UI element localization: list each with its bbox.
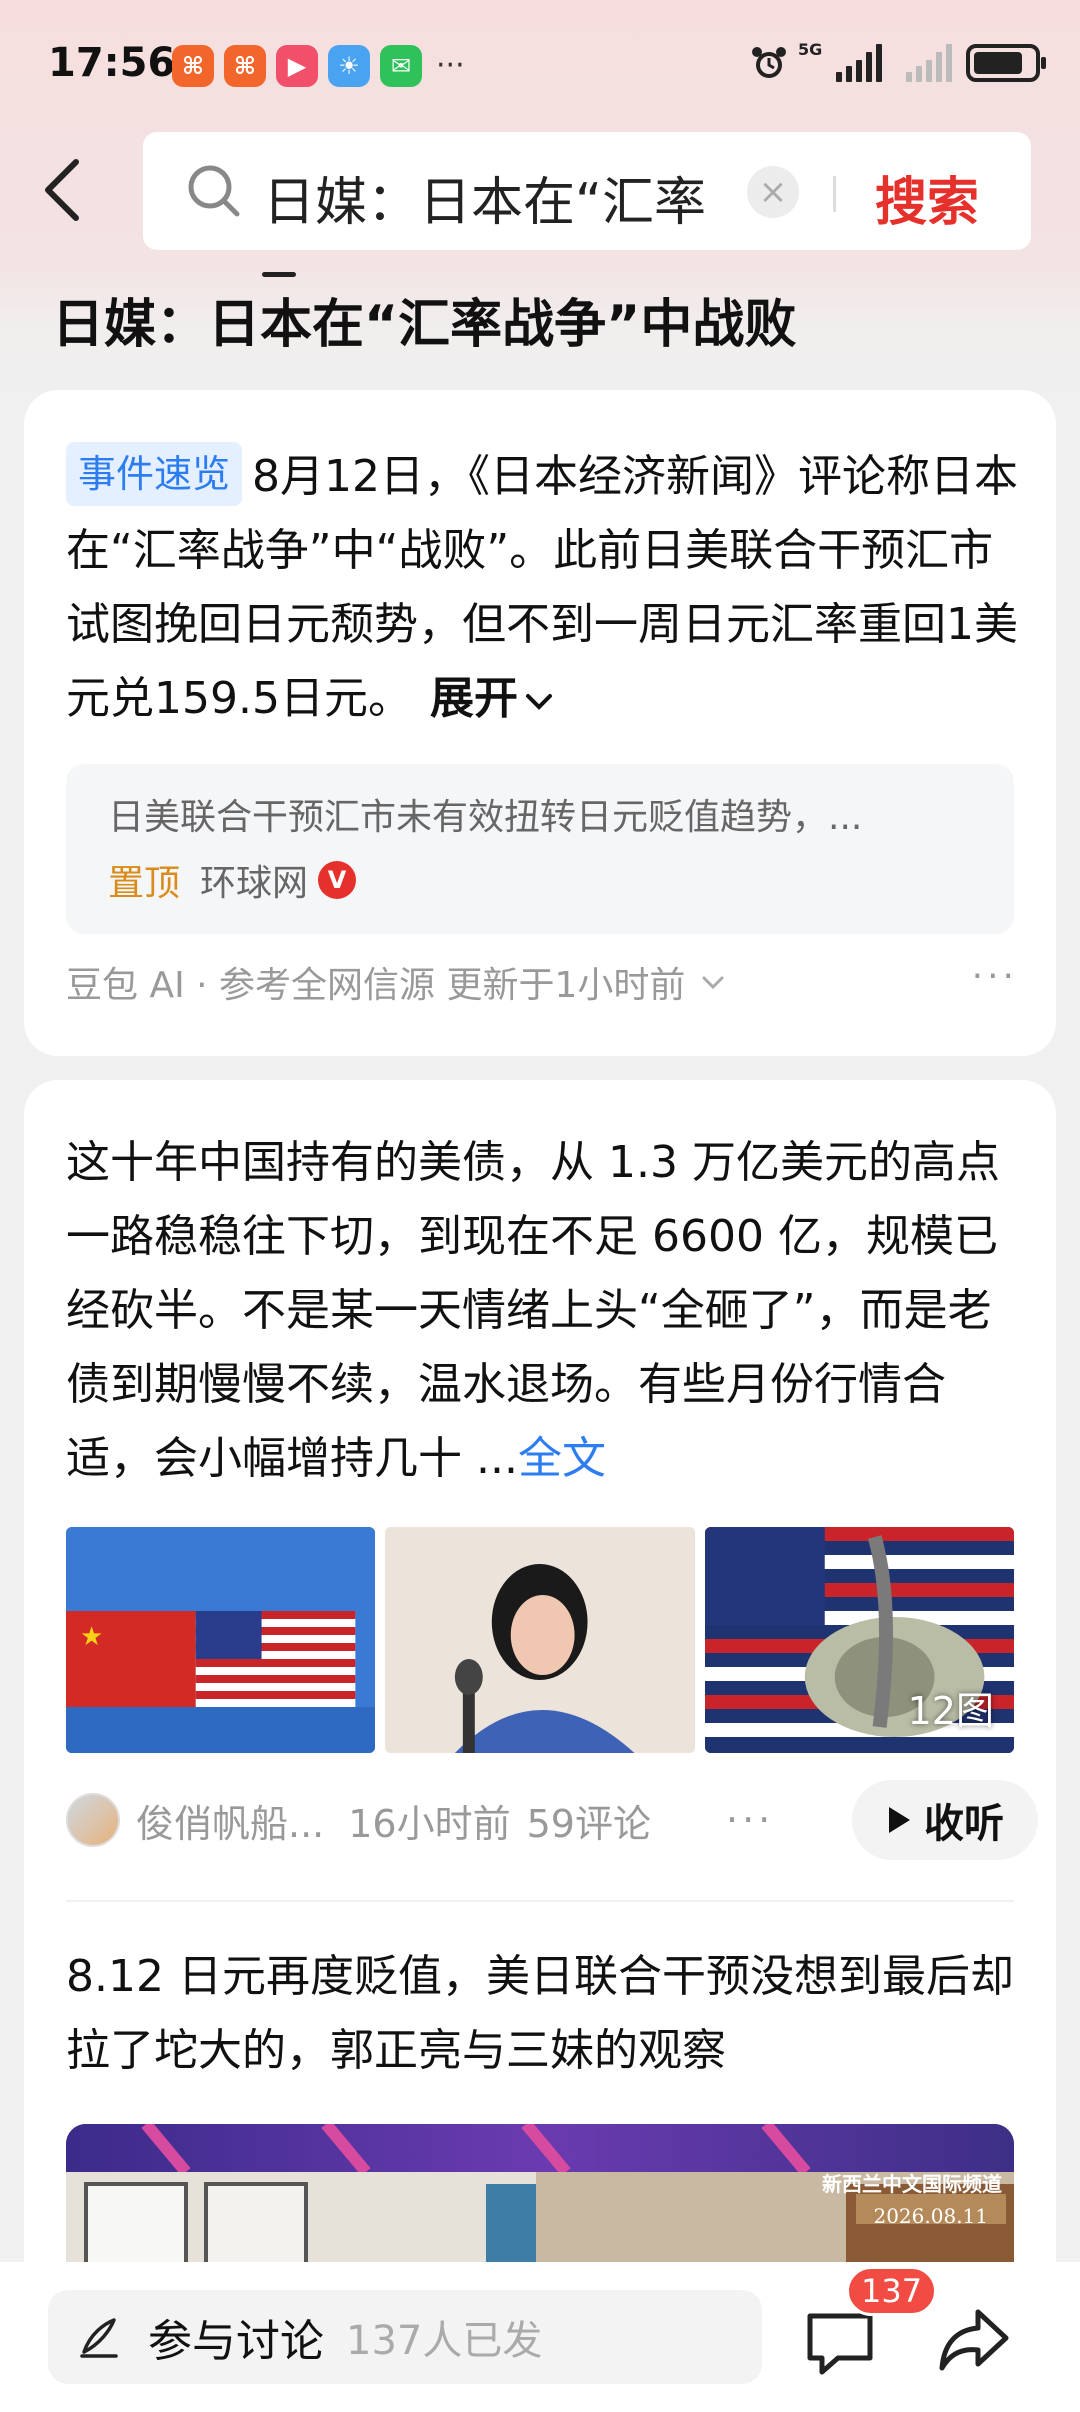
search-bar[interactable]: 日媒：日本在“汇率 × 搜索 [143,132,1031,250]
publish-time: 16小时前 [348,1801,511,1846]
chevron-down-icon [525,694,552,710]
pinned-source-box[interactable]: 日美联合干预汇市未有效扭转日元贬值趋势，... 置顶 环球网 V [66,764,1014,934]
status-app-icons: ⌘ ⌘ ▶ ☀ ✉ ··· [172,45,465,87]
clear-search-button[interactable]: × [747,166,799,218]
search-divider [833,176,836,212]
expand-button[interactable]: 展开 [430,673,554,724]
event-summary-card: 事件速览 8月12日，《日本经济新闻》评论称日本在“汇率战争”中“战败”。此前日美… [24,390,1056,1056]
alarm-icon [752,47,786,78]
discuss-input[interactable]: 参与讨论 137人已发 [48,2290,762,2384]
search-icon [188,165,240,217]
status-time: 17:56 [48,40,176,86]
video-app-icon: ▶ [276,45,318,87]
status-more-icon: ··· [436,48,465,83]
flags-picture: ★ [66,1527,376,1753]
author-name[interactable]: 俊俏帆船... [136,1793,324,1848]
dollar-image[interactable]: 12图 [704,1527,1014,1753]
share-icon[interactable] [934,2300,1014,2380]
verified-badge: V [318,861,357,899]
kuaishou-icon: ⌘ [172,45,214,87]
battery-icon [966,44,1046,82]
svg-text:★: ★ [80,1622,103,1652]
kuaishou-lite-icon: ⌘ [224,45,266,87]
bottom-bar: 参与讨论 137人已发 137 [0,2262,1080,2412]
status-indicators: 5G [750,40,1046,82]
article-text[interactable]: 这十年中国持有的美债，从 1.3 万亿美元的高点一路稳稳往下切，到现在不足 66… [66,1126,1026,1496]
tab-indicator [262,272,296,277]
comment-badge: 137 [846,2266,938,2316]
play-icon [889,1807,910,1833]
person-image[interactable] [385,1527,695,1753]
more-icon[interactable]: ··· [972,956,1018,997]
fulltext-link[interactable]: 全文 [518,1433,606,1484]
page-title: 日媒：日本在“汇率战争”中战败 [52,295,797,355]
avatar[interactable] [66,1793,120,1847]
video-channel: 新西兰中文国际频道 [822,2172,1002,2196]
ai-footer-text: 豆包 AI · 参考全网信源 更新于1小时前 [66,965,686,1006]
listen-button[interactable]: 收听 [852,1780,1038,1860]
divider [66,1900,1014,1902]
flags-image[interactable]: ★ [66,1527,376,1753]
signal-5g-icon: 5G [798,40,882,82]
event-tag: 事件速览 [66,442,243,506]
speaker-picture [385,1527,695,1753]
image-count: 12图 [907,1689,994,1733]
video-date: 2026.08.11 [873,2204,988,2228]
article-card: 这十年中国持有的美债，从 1.3 万亿美元的高点一路稳稳往下切，到现在不足 66… [24,1080,1056,2380]
wechat-icon: ✉ [380,45,422,87]
status-bar: 17:56 ⌘ ⌘ ▶ ☀ ✉ ··· 5G [0,0,1080,130]
back-arrow-icon [45,159,79,221]
back-button[interactable] [42,150,102,230]
article-meta: 俊俏帆船... 16小时前 59评论 ··· 收听 [66,1780,1038,1860]
comment-count: 59评论 [526,1801,651,1846]
source-name: 环球网 [200,863,309,904]
discuss-label: 参与讨论 [148,2316,324,2367]
discuss-count: 137人已发 [346,2318,543,2364]
pinned-meta: 置顶 环球网 V [108,854,357,906]
pinned-quote: 日美联合干预汇市未有效扭转日元贬值趋势，... [108,797,863,838]
article-title[interactable]: 8.12 日元再度贬值，美日联合干预没想到最后却拉了坨大的，郭正亮与三妹的观察 [66,1940,1026,2088]
pen-icon [80,2318,118,2358]
ai-footer: 豆包 AI · 参考全网信源 更新于1小时前 ··· [66,956,1026,1008]
article-excerpt: 这十年中国持有的美债，从 1.3 万亿美元的高点一路稳稳往下切，到现在不足 66… [66,1137,1000,1484]
search-button[interactable]: 搜索 [875,160,979,235]
weather-icon: ☀ [328,45,370,87]
event-summary[interactable]: 事件速览 8月12日，《日本经济新闻》评论称日本在“汇率战争”中“战败”。此前日美… [66,440,1026,736]
signal-secondary-icon [896,44,952,82]
chevron-down-icon[interactable] [699,972,727,992]
article-images[interactable]: ★ 12图 [66,1527,1014,1753]
pinned-label: 置顶 [108,863,181,904]
more-icon[interactable]: ··· [726,1798,774,1842]
